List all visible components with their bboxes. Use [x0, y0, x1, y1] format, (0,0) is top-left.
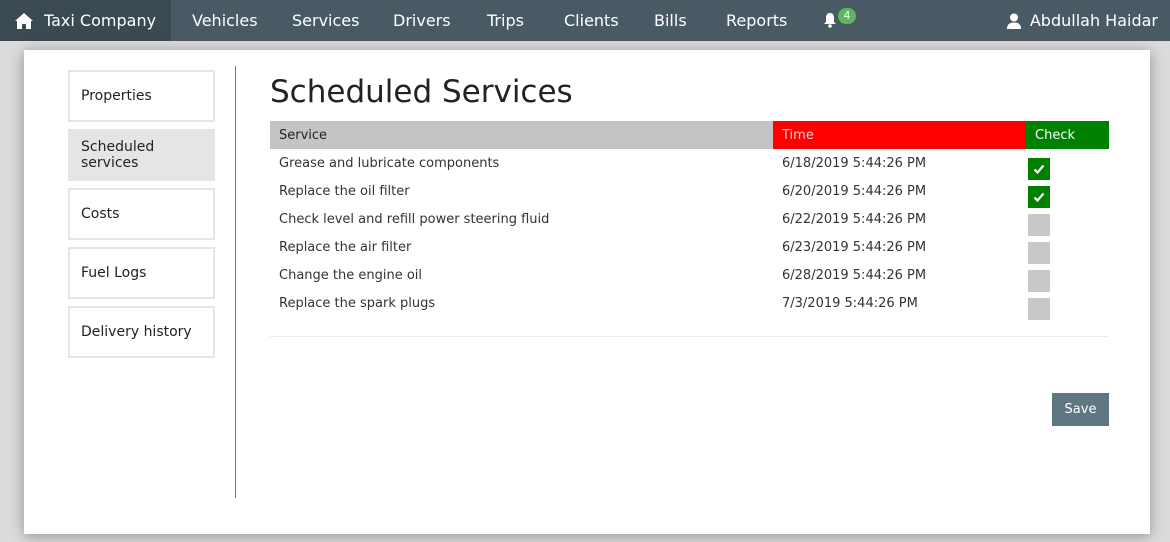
notification-badge: 4 — [838, 8, 856, 24]
user-icon — [1006, 13, 1021, 29]
nav-trips[interactable]: Trips — [487, 0, 524, 41]
sidebar-item-scheduled-services[interactable]: Scheduled services — [68, 129, 215, 181]
service-name: Check level and refill power steering fl… — [279, 212, 550, 227]
content-card: Properties Scheduled services Costs Fuel Lo… — [24, 50, 1150, 534]
nav-reports[interactable]: Reports — [726, 0, 787, 41]
table-header: Service Time Check — [270, 121, 1109, 149]
check-icon — [1033, 192, 1045, 203]
brand-link[interactable]: Taxi Company — [0, 0, 171, 41]
nav-clients[interactable]: Clients — [564, 0, 619, 41]
sidebar-divider — [235, 66, 236, 498]
nav-services[interactable]: Services — [292, 0, 359, 41]
bell-icon — [824, 13, 836, 28]
user-name: Abdullah Haidar — [1029, 11, 1158, 30]
service-checkbox[interactable] — [1028, 186, 1050, 208]
nav-drivers[interactable]: Drivers — [393, 0, 451, 41]
service-time: 6/23/2019 5:44:26 PM — [782, 240, 927, 255]
service-time: 7/3/2019 5:44:26 PM — [782, 296, 918, 311]
service-checkbox[interactable] — [1028, 158, 1050, 180]
table-row: Replace the spark plugs 7/3/2019 5:44:26 … — [270, 289, 1109, 320]
service-checkbox[interactable] — [1028, 298, 1050, 320]
column-header-time: Time — [773, 121, 1026, 149]
check-cell — [1026, 177, 1109, 208]
save-button[interactable]: Save — [1052, 393, 1109, 426]
sidebar-item-delivery-history[interactable]: Delivery history — [68, 306, 215, 358]
sidebar-item-fuel-logs[interactable]: Fuel Logs — [68, 247, 215, 299]
service-time: 6/18/2019 5:44:26 PM — [782, 156, 927, 171]
column-header-service: Service — [270, 121, 773, 149]
service-time: 6/22/2019 5:44:26 PM — [782, 212, 927, 227]
home-icon — [15, 12, 33, 29]
notifications-button[interactable]: 4 — [822, 8, 862, 34]
service-checkbox[interactable] — [1028, 214, 1050, 236]
service-name: Replace the spark plugs — [279, 296, 436, 311]
sidebar-item-costs[interactable]: Costs — [68, 188, 215, 240]
page-title: Scheduled Services — [270, 74, 573, 110]
service-time: 6/28/2019 5:44:26 PM — [782, 268, 927, 283]
service-name: Replace the oil filter — [279, 184, 410, 199]
table-row: Change the engine oil 6/28/2019 5:44:26 P… — [270, 261, 1109, 292]
brand-name: Taxi Company — [44, 11, 157, 30]
check-cell — [1026, 205, 1109, 236]
service-name: Grease and lubricate components — [279, 156, 500, 171]
scheduled-services-table: Service Time Check Grease and lubricate … — [270, 121, 1109, 320]
nav-vehicles[interactable]: Vehicles — [192, 0, 258, 41]
check-cell — [1026, 261, 1109, 292]
service-time: 6/20/2019 5:44:26 PM — [782, 184, 927, 199]
check-cell — [1026, 233, 1109, 264]
table-bottom-divider — [270, 336, 1109, 337]
table-row: Replace the oil filter 6/20/2019 5:44:26 … — [270, 177, 1109, 208]
check-cell — [1026, 149, 1109, 180]
check-icon — [1033, 164, 1045, 175]
top-navbar: Taxi Company Vehicles Services Drivers Trip… — [0, 0, 1170, 41]
table-row: Grease and lubricate components 6/18/2019… — [270, 149, 1109, 180]
sidebar-item-properties[interactable]: Properties — [68, 70, 215, 122]
service-name: Replace the air filter — [279, 240, 412, 255]
column-header-check: Check — [1026, 121, 1109, 149]
check-cell — [1026, 289, 1109, 320]
service-checkbox[interactable] — [1028, 242, 1050, 264]
user-menu[interactable]: Abdullah Haidar — [1006, 0, 1158, 41]
nav-bills[interactable]: Bills — [654, 0, 687, 41]
table-row: Replace the air filter 6/23/2019 5:44:26 … — [270, 233, 1109, 264]
table-row: Check level and refill power steering fl… — [270, 205, 1109, 236]
table-body: Grease and lubricate components 6/18/2019… — [270, 149, 1109, 320]
service-checkbox[interactable] — [1028, 270, 1050, 292]
service-name: Change the engine oil — [279, 268, 423, 283]
